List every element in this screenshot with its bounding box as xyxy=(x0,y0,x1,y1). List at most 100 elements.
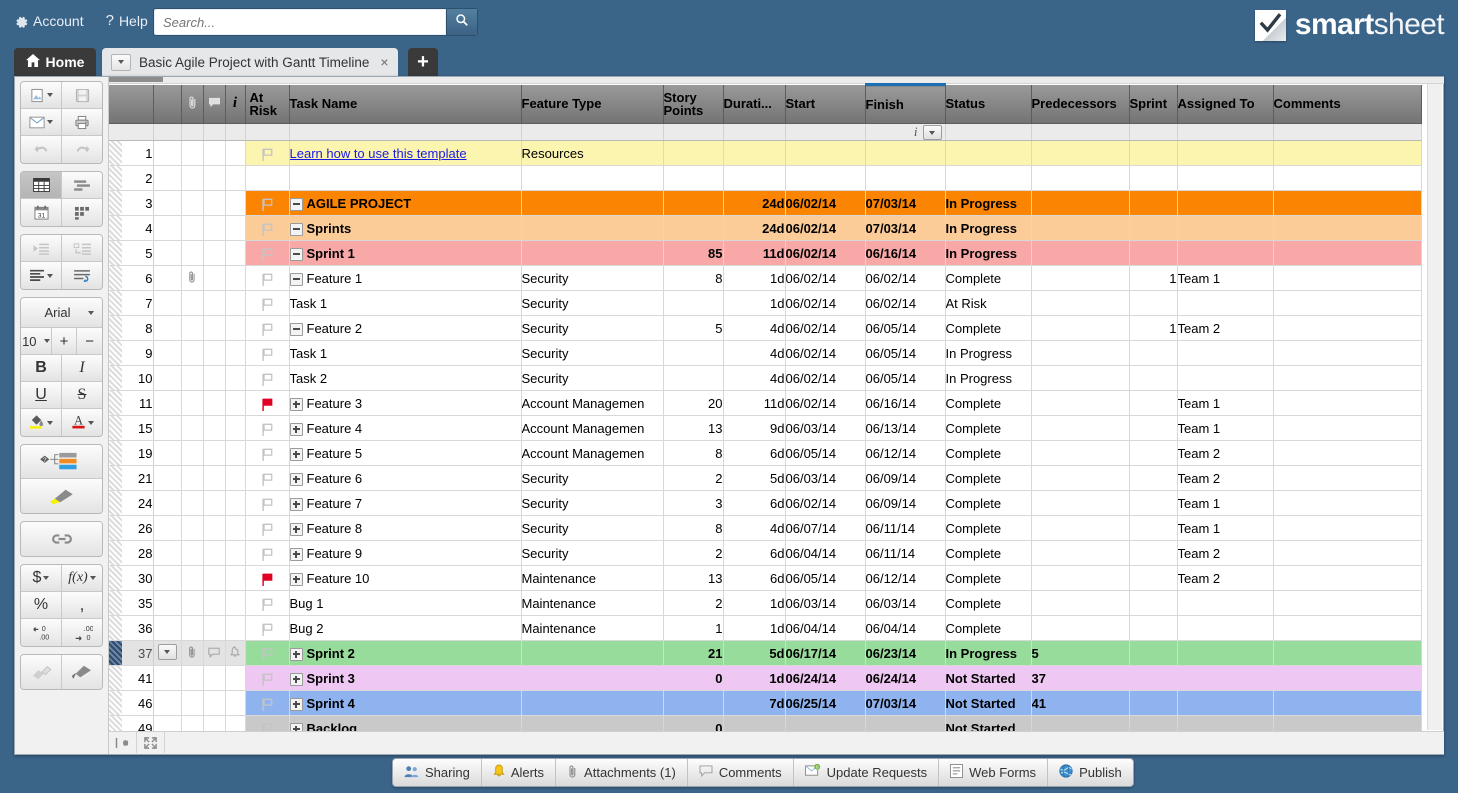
collapse-row-icon[interactable] xyxy=(290,323,303,336)
feature-type-cell[interactable]: Security xyxy=(521,341,663,366)
start-date-cell[interactable]: 06/02/14 xyxy=(785,391,865,416)
comments-cell[interactable] xyxy=(1273,466,1421,491)
collapse-row-icon[interactable] xyxy=(290,273,303,286)
story-points-cell[interactable]: 21 xyxy=(663,641,723,666)
vertical-scrollbar[interactable] xyxy=(1427,84,1442,730)
finish-date-cell[interactable]: 06/13/14 xyxy=(865,416,945,441)
predecessors-cell[interactable] xyxy=(1031,316,1129,341)
sprint-cell[interactable]: 1 xyxy=(1129,266,1177,291)
finish-date-cell[interactable]: 06/05/14 xyxy=(865,316,945,341)
story-points-cell[interactable]: 8 xyxy=(663,441,723,466)
template-help-link[interactable]: Learn how to use this template xyxy=(290,146,467,161)
predecessors-cell[interactable]: 37 xyxy=(1031,666,1129,691)
close-tab-icon[interactable]: × xyxy=(377,54,388,70)
story-points-cell[interactable] xyxy=(663,216,723,241)
comments-cell[interactable] xyxy=(1273,541,1421,566)
italic-button[interactable]: I xyxy=(62,355,102,382)
start-date-cell[interactable]: 06/17/14 xyxy=(785,641,865,666)
feature-type-cell[interactable] xyxy=(521,216,663,241)
finish-date-cell[interactable]: 06/02/14 xyxy=(865,291,945,316)
finish-date-cell[interactable]: 06/11/14 xyxy=(865,541,945,566)
add-tab-button[interactable]: + xyxy=(408,48,438,76)
row-menu-icon[interactable] xyxy=(158,644,177,660)
sprint-cell[interactable] xyxy=(1129,291,1177,316)
predecessors-cell[interactable] xyxy=(1031,291,1129,316)
help-menu[interactable]: ? Help xyxy=(106,12,148,29)
predecessors-cell[interactable] xyxy=(1031,166,1129,191)
table-row[interactable]: 30Feature 10Maintenance136d06/05/1406/12… xyxy=(109,566,1421,591)
duration-cell[interactable]: 24d xyxy=(723,191,785,216)
assigned-to-cell[interactable]: Team 2 xyxy=(1177,541,1273,566)
percent-format-button[interactable]: % xyxy=(21,592,62,619)
assigned-to-cell[interactable] xyxy=(1177,616,1273,641)
status-cell[interactable]: In Progress xyxy=(945,241,1031,266)
row-grip[interactable] xyxy=(109,591,122,615)
sharing-button[interactable]: Sharing xyxy=(393,759,482,786)
align-button[interactable] xyxy=(21,262,62,289)
story-points-cell[interactable] xyxy=(663,366,723,391)
predecessors-cell[interactable]: 41 xyxy=(1031,691,1129,716)
table-row[interactable]: 28Feature 9Security26d06/04/1406/11/14Co… xyxy=(109,541,1421,566)
feature-type-cell[interactable]: Security xyxy=(521,466,663,491)
assigned-to-cell[interactable] xyxy=(1177,166,1273,191)
hyperlink-button[interactable] xyxy=(21,522,102,556)
web-forms-button[interactable]: Web Forms xyxy=(939,759,1048,786)
duration-cell[interactable]: 1d xyxy=(723,591,785,616)
comments-cell[interactable] xyxy=(1273,216,1421,241)
story-points-cell[interactable] xyxy=(663,291,723,316)
flag-icon-outline[interactable] xyxy=(262,523,273,536)
predecessors-cell[interactable] xyxy=(1031,541,1129,566)
assigned-to-cell[interactable]: Team 2 xyxy=(1177,566,1273,591)
comments-cell[interactable] xyxy=(1273,141,1421,166)
info-icon[interactable]: i xyxy=(914,124,918,139)
table-row[interactable]: 24Feature 7Security36d06/02/1406/09/14Co… xyxy=(109,491,1421,516)
collapse-panel-button[interactable] xyxy=(109,732,137,753)
send-email-button[interactable] xyxy=(21,109,62,136)
row-comment-cell[interactable] xyxy=(203,641,225,666)
row-attachment-cell[interactable] xyxy=(181,641,203,666)
status-cell[interactable]: Not Started xyxy=(945,691,1031,716)
feature-type-cell[interactable] xyxy=(521,241,663,266)
sprint-cell[interactable] xyxy=(1129,541,1177,566)
column-header-points[interactable]: Story Points xyxy=(663,85,723,124)
finish-date-cell[interactable] xyxy=(865,166,945,191)
feature-type-cell[interactable]: Maintenance xyxy=(521,591,663,616)
row-grip[interactable] xyxy=(109,466,122,490)
table-row[interactable]: 46Sprint 47d06/25/1407/03/14Not Started4… xyxy=(109,691,1421,716)
feature-type-cell[interactable] xyxy=(521,641,663,666)
currency-format-button[interactable]: $ xyxy=(21,565,62,592)
expand-row-icon[interactable] xyxy=(290,498,303,511)
table-row[interactable]: 15Feature 4Account Managemen139d06/03/14… xyxy=(109,416,1421,441)
feature-type-cell[interactable]: Resources xyxy=(521,141,663,166)
comments-cell[interactable] xyxy=(1273,691,1421,716)
sprint-cell[interactable] xyxy=(1129,191,1177,216)
expand-row-icon[interactable] xyxy=(290,673,303,686)
table-row[interactable]: 8Feature 2Security54d06/02/1406/05/14Com… xyxy=(109,316,1421,341)
comments-cell[interactable] xyxy=(1273,591,1421,616)
start-date-cell[interactable]: 06/03/14 xyxy=(785,591,865,616)
grid-view-button[interactable] xyxy=(21,172,62,199)
table-row[interactable]: 6Feature 1Security81d06/02/1406/02/14Com… xyxy=(109,266,1421,291)
flag-icon-outline[interactable] xyxy=(262,448,273,461)
bold-button[interactable]: B xyxy=(21,355,62,382)
row-grip[interactable] xyxy=(109,666,122,690)
duration-cell[interactable]: 11d xyxy=(723,241,785,266)
column-header-start[interactable]: Start xyxy=(785,85,865,124)
speech-bubble-icon[interactable] xyxy=(208,646,220,661)
assigned-to-cell[interactable]: Team 1 xyxy=(1177,266,1273,291)
duration-cell[interactable]: 1d xyxy=(723,266,785,291)
duration-cell[interactable]: 4d xyxy=(723,516,785,541)
duration-cell[interactable]: 7d xyxy=(723,691,785,716)
start-date-cell[interactable]: 06/03/14 xyxy=(785,416,865,441)
sprint-cell[interactable] xyxy=(1129,466,1177,491)
status-cell[interactable]: Complete xyxy=(945,566,1031,591)
row-attachment-cell[interactable] xyxy=(181,266,203,291)
story-points-cell[interactable] xyxy=(663,691,723,716)
story-points-cell[interactable]: 2 xyxy=(663,466,723,491)
insert-image-button[interactable] xyxy=(21,82,62,109)
row-reminder-cell[interactable] xyxy=(225,641,245,666)
finish-date-cell[interactable]: 06/04/14 xyxy=(865,616,945,641)
row-number-header[interactable] xyxy=(109,85,153,124)
start-date-cell[interactable]: 06/02/14 xyxy=(785,241,865,266)
font-family-select[interactable]: Arial xyxy=(21,298,102,328)
